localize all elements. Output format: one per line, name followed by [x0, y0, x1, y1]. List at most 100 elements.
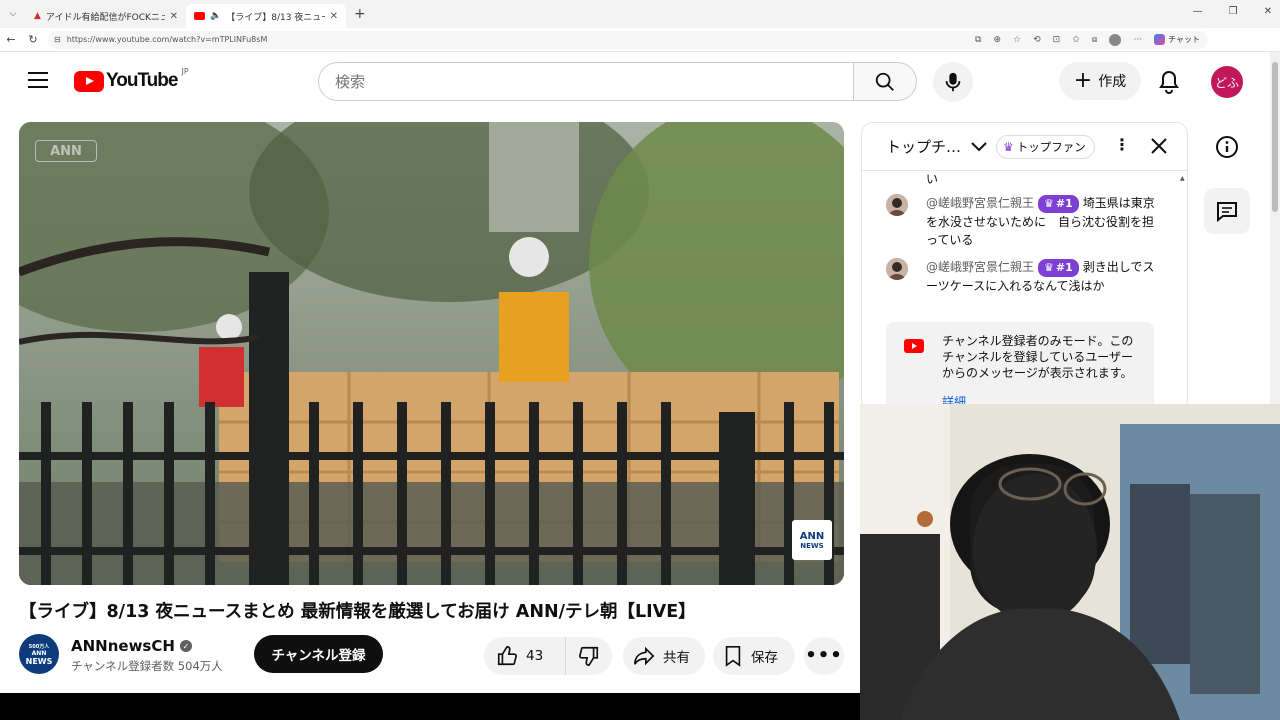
split-icon[interactable]: ⊡ — [1053, 35, 1061, 45]
save-label: 保存 — [751, 650, 778, 666]
chat-author-avatar — [886, 194, 908, 216]
chat-author-avatar — [886, 258, 908, 280]
video-player[interactable]: ANN ANN NEWS — [19, 122, 844, 585]
url-field[interactable]: ⊟ https://www.youtube.com/watch?v=mTPLlN… — [48, 30, 1208, 49]
voice-search-button[interactable] — [933, 62, 973, 102]
crown-icon: ♛ — [1044, 196, 1054, 210]
collections-icon[interactable]: ⧈ — [1092, 35, 1098, 45]
side-actions — [1204, 124, 1250, 252]
subscriber-count: チャンネル登録者数 504万人 — [71, 659, 223, 673]
chat-toggle-button[interactable] — [1204, 188, 1250, 234]
save-button[interactable]: 保存 — [713, 637, 795, 675]
chevron-down-icon[interactable] — [971, 141, 987, 152]
close-icon[interactable] — [1150, 137, 1168, 155]
new-tab-icon[interactable]: + — [354, 6, 366, 22]
subscribe-button[interactable]: チャンネル登録 — [254, 635, 383, 673]
video-title: 【ライブ】8/13 夜ニュースまとめ 最新情報を厳選してお届け ANN/テレ朝【… — [19, 602, 696, 622]
thumbs-down-icon — [579, 646, 599, 666]
scroll-up-arrow-icon[interactable]: ▲ — [1180, 175, 1185, 182]
chat-more-vertical-icon[interactable]: ⋮ — [1114, 137, 1130, 153]
notifications-button[interactable] — [1158, 70, 1180, 98]
audio-playing-icon[interactable]: 🔈 — [210, 11, 221, 21]
back-icon[interactable]: ← — [0, 33, 22, 46]
chat-author-name[interactable]: @嵯峨野宮景仁親王 — [926, 260, 1034, 274]
channel-name[interactable]: ANNnewsCH ✓ — [71, 637, 192, 655]
search-button[interactable] — [853, 62, 917, 101]
youtube-play-icon — [74, 70, 104, 92]
top-fan-badge: ♛ #1 — [1038, 194, 1079, 213]
badge-rank: #1 — [1055, 196, 1073, 210]
chat-message[interactable]: @嵯峨野宮景仁親王 ♛ #1 埼玉県は東京を水没させないために 自ら沈む役割を担ってい… — [886, 194, 1156, 249]
chat-author-name[interactable]: @嵯峨野宮景仁親王 — [926, 196, 1034, 210]
search-input[interactable] — [335, 72, 853, 91]
chat-header: トップチ… ♛ トップファン ⋮ — [862, 123, 1187, 171]
webcam-overlay — [860, 404, 1280, 720]
ann-watermark-top: ANN — [35, 140, 97, 162]
share-button[interactable]: 共有 — [623, 637, 705, 675]
address-bar-icons: ⧉ ⊕ ☆ ⟲ ⊡ ✩ ⧈ ··· チャット — [975, 33, 1208, 46]
chat-label: チャット — [1168, 35, 1200, 44]
logo-text: YouTube — [106, 70, 178, 91]
close-window-icon[interactable]: ✕ — [1264, 6, 1272, 17]
copilot-icon — [1154, 34, 1166, 45]
ann-news-logo: ANN NEWS — [792, 520, 832, 560]
minimize-icon[interactable]: — — [1193, 6, 1203, 17]
settings-more-icon[interactable]: ··· — [1133, 35, 1142, 45]
favorite-star-icon[interactable]: ☆ — [1013, 35, 1021, 45]
like-button[interactable]: 43 — [484, 637, 566, 675]
reload-icon[interactable]: ↻ — [22, 33, 44, 46]
tab-title: 【ライブ】8/13 夜ニュースまとめ 最 — [226, 12, 324, 23]
extensions-icon[interactable]: ⟲ — [1033, 35, 1041, 45]
live-chat-panel: トップチ… ♛ トップファン ⋮ い @嵯峨野宮景仁親王 ♛ #1 埼玉県は東京を水没… — [861, 122, 1188, 412]
bottom-black-bar — [0, 693, 860, 720]
search-box — [318, 62, 854, 101]
tab-favicon-icon: ▲ — [34, 11, 41, 21]
restore-icon[interactable]: ❐ — [1229, 6, 1238, 17]
chat-messages: い @嵯峨野宮景仁親王 ♛ #1 埼玉県は東京を水没させないために 自ら沈む役割を担っ… — [862, 172, 1182, 411]
channel-name-text: ANNnewsCH — [71, 637, 175, 655]
ann-logo-line2: NEWS — [800, 541, 824, 550]
profile-icon[interactable] — [1109, 33, 1122, 46]
tab-close-icon[interactable]: ✕ — [330, 11, 338, 22]
channel-avatar-line2: ANN — [31, 649, 47, 657]
channel-avatar[interactable]: 500万人 ANN NEWS — [19, 634, 59, 674]
chat-bubble-icon — [1217, 202, 1237, 223]
channel-avatar-line1: 500万人 — [28, 643, 50, 650]
like-dislike-group: 43 — [484, 637, 612, 675]
chat-message[interactable]: @嵯峨野宮景仁親王 ♛ #1 剥き出しでスーツケースに入れるなんて浅はか — [886, 258, 1156, 295]
region-code: JP — [181, 66, 189, 76]
user-avatar[interactable]: どふ — [1211, 66, 1243, 98]
crown-icon: ♛ — [1003, 140, 1014, 154]
browser-tab-1[interactable]: ▲ アイドル有給配信がFOCKニュース [日 ✕ — [26, 4, 186, 28]
youtube-logo[interactable]: YouTube JP — [74, 66, 189, 92]
copilot-chat-button[interactable]: チャット — [1154, 34, 1200, 45]
info-icon — [1216, 136, 1238, 158]
translate-icon[interactable]: ⧉ — [975, 35, 981, 45]
share-label: 共有 — [663, 650, 690, 666]
more-actions-button[interactable]: ••• — [804, 637, 844, 675]
youtube-header: YouTube JP + 作成 どふ — [0, 52, 1270, 110]
dislike-button[interactable] — [566, 645, 612, 667]
chat-mode-selector[interactable]: トップチ… — [886, 136, 961, 157]
tab-title: アイドル有給配信がFOCKニュース [日 — [45, 12, 165, 23]
crown-icon: ♛ — [1044, 260, 1054, 274]
browser-tab-2[interactable]: 🔈 【ライブ】8/13 夜ニュースまとめ 最 ✕ — [186, 4, 346, 28]
create-button[interactable]: + 作成 — [1059, 62, 1141, 100]
owner-row: 500万人 ANN NEWS ANNnewsCH ✓ チャンネル登録者数 504… — [19, 634, 849, 676]
site-info-icon[interactable]: ⊟ — [54, 35, 61, 44]
like-count: 43 — [526, 648, 544, 664]
favorites-icon[interactable]: ✩ — [1072, 35, 1080, 45]
youtube-favicon-icon — [194, 12, 205, 20]
share-icon — [634, 646, 655, 666]
scrollbar-thumb[interactable] — [1272, 62, 1278, 212]
tab-close-icon[interactable]: ✕ — [170, 11, 178, 22]
chat-scrollbar[interactable]: ▲ — [1180, 175, 1186, 411]
hamburger-menu-icon[interactable] — [28, 72, 48, 88]
bookmark-icon — [725, 646, 741, 667]
microphone-icon — [945, 72, 961, 92]
tab-list-chevron-icon[interactable]: ⌵ — [0, 9, 26, 19]
top-fan-chip[interactable]: ♛ トップファン — [996, 135, 1095, 159]
info-button[interactable] — [1204, 124, 1250, 170]
thumbs-up-icon — [497, 646, 517, 666]
zoom-icon[interactable]: ⊕ — [993, 35, 1001, 45]
